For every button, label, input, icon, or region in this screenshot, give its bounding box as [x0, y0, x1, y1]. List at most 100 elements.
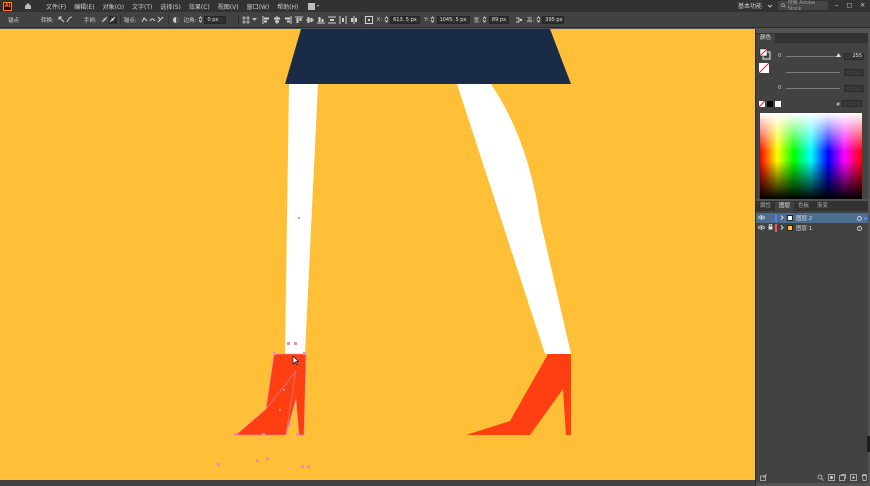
out-of-gamut-icon[interactable]	[758, 62, 770, 75]
white-swatch[interactable]	[775, 101, 781, 107]
color-slider-g[interactable]	[778, 68, 866, 76]
remove-anchor-icon[interactable]	[141, 16, 149, 24]
y-position-field[interactable]: 1045. 5 px	[436, 15, 470, 24]
close-button[interactable]: ×	[858, 1, 867, 10]
slider-b-track[interactable]	[786, 87, 840, 89]
menu-edit[interactable]: 编辑(E)	[70, 2, 98, 11]
none-swatch[interactable]	[759, 101, 765, 107]
layer-color-bar	[775, 224, 777, 232]
new-sublayer-icon[interactable]	[839, 473, 846, 481]
left-shoe-shape[interactable]	[236, 354, 306, 435]
align-top-icon[interactable]	[295, 16, 304, 24]
tab-color[interactable]: 颜色	[756, 34, 776, 43]
skirt-shape[interactable]	[285, 29, 571, 84]
black-swatch[interactable]	[767, 101, 773, 107]
align-bottom-icon[interactable]	[317, 16, 326, 24]
menu-file[interactable]: 文件(F)	[42, 2, 70, 11]
tab-gradient[interactable]: 渐变	[813, 202, 832, 211]
menu-items: 文件(F) 编辑(E) 对象(O) 文字(T) 选择(S) 效果(C) 视图(V…	[42, 2, 302, 11]
workspace-switcher[interactable]: 基本功能	[738, 1, 762, 10]
corner-radius-field[interactable]: 0 px	[204, 15, 227, 24]
slider-g-track[interactable]	[786, 71, 840, 73]
trash-icon[interactable]	[861, 473, 868, 481]
hide-handles-icon[interactable]	[108, 15, 117, 24]
menu-effect[interactable]: 效果(C)	[185, 2, 214, 11]
tab-properties[interactable]: 属性	[756, 202, 775, 211]
height-label: 高:	[526, 17, 535, 24]
layer-row-1[interactable]: 图层 1	[756, 223, 868, 233]
align-hcenter-icon[interactable]	[273, 15, 281, 24]
slider-b-value[interactable]	[844, 84, 864, 92]
clipping-mask-icon[interactable]	[828, 473, 835, 481]
stepper-icon[interactable]	[196, 16, 204, 24]
align-dropdown-icon[interactable]	[250, 16, 258, 24]
visibility-eye-icon[interactable]	[756, 224, 766, 232]
right-shoe-shape[interactable]	[466, 354, 571, 435]
color-slider-b[interactable]: 0	[778, 84, 866, 92]
slider-b-label: 0	[778, 85, 782, 91]
width-stepper-icon[interactable]	[481, 16, 489, 24]
menu-object[interactable]: 对象(O)	[99, 2, 128, 11]
x-stepper-icon[interactable]	[382, 16, 390, 24]
isolate-icon[interactable]	[172, 16, 180, 24]
hex-value-field[interactable]	[842, 100, 862, 107]
color-slider-r[interactable]: 0 255	[778, 52, 866, 60]
color-spectrum[interactable]	[760, 113, 862, 199]
export-icon[interactable]	[760, 473, 767, 481]
stock-search-input[interactable]: 搜索 Adobe Stock	[778, 0, 828, 12]
locate-object-icon[interactable]	[817, 474, 824, 481]
artboard-canvas[interactable]	[0, 29, 755, 480]
distribute-vertical-icon[interactable]	[328, 16, 337, 24]
menu-window[interactable]: 窗口(W)	[243, 2, 274, 11]
home-icon[interactable]	[23, 2, 32, 11]
width-field[interactable]: 89 px	[488, 15, 509, 24]
height-stepper-icon[interactable]	[534, 16, 542, 24]
constrain-proportions-icon[interactable]	[515, 16, 523, 24]
tab-layers[interactable]: 图层	[775, 202, 795, 211]
align-vcenter-icon[interactable]	[306, 16, 315, 24]
connect-anchor-icon[interactable]	[149, 16, 157, 24]
tab-swatches[interactable]: 色板	[794, 202, 813, 211]
slider-g-value[interactable]	[844, 68, 864, 76]
layer-target-icon[interactable]	[857, 225, 862, 231]
slider-r-value[interactable]: 255	[844, 52, 864, 60]
arrange-documents-button[interactable]	[308, 2, 320, 10]
align-to-selection-icon[interactable]	[242, 15, 251, 24]
chevron-down-icon[interactable]	[766, 2, 774, 10]
layer-name[interactable]: 图层 2	[796, 214, 812, 222]
convert-to-corner-icon[interactable]	[58, 16, 66, 24]
y-stepper-icon[interactable]	[429, 16, 437, 24]
align-right-icon[interactable]	[284, 15, 292, 24]
distribute-hcenter-icon[interactable]	[339, 15, 347, 24]
width-label: 宽:	[473, 17, 481, 24]
align-left-icon[interactable]	[262, 15, 270, 24]
menu-type[interactable]: 文字(T)	[128, 2, 156, 11]
reference-point-icon[interactable]	[365, 15, 374, 24]
layers-panel-tabs: 属性 图层 色板 渐变	[756, 201, 868, 211]
fill-stroke-mini-icon[interactable]	[759, 48, 771, 62]
lock-icon[interactable]	[766, 223, 775, 232]
menu-view[interactable]: 视图(V)	[214, 2, 243, 11]
restore-button[interactable]: ◻	[845, 1, 854, 10]
expand-chevron-icon[interactable]	[780, 224, 784, 232]
layer-row-2[interactable]: 图层 2	[756, 213, 868, 223]
minimize-button[interactable]: –	[832, 1, 841, 10]
expand-chevron-icon[interactable]	[780, 214, 784, 222]
distribute-horizontal-icon[interactable]	[350, 15, 358, 24]
show-handles-icon[interactable]	[101, 16, 109, 24]
cut-path-icon[interactable]	[157, 16, 165, 24]
left-leg-shape[interactable]	[285, 84, 318, 354]
visibility-eye-icon[interactable]	[756, 214, 766, 222]
menu-select[interactable]: 选择(S)	[156, 2, 185, 11]
x-position-field[interactable]: 613. 5 px	[390, 15, 421, 24]
grid-layout-icon	[308, 2, 320, 10]
slider-r-track[interactable]	[786, 52, 841, 57]
layer-target-icon[interactable]	[857, 215, 862, 221]
new-layer-icon[interactable]	[850, 473, 857, 481]
convert-to-smooth-icon[interactable]	[66, 16, 74, 24]
layer-name[interactable]: 图层 1	[796, 224, 812, 232]
menu-help[interactable]: 帮助(H)	[273, 2, 302, 11]
color-panel: 颜色 0 255 0 #	[756, 33, 868, 199]
height-field[interactable]: 395 px	[542, 15, 565, 24]
right-leg-shape[interactable]	[457, 84, 571, 354]
